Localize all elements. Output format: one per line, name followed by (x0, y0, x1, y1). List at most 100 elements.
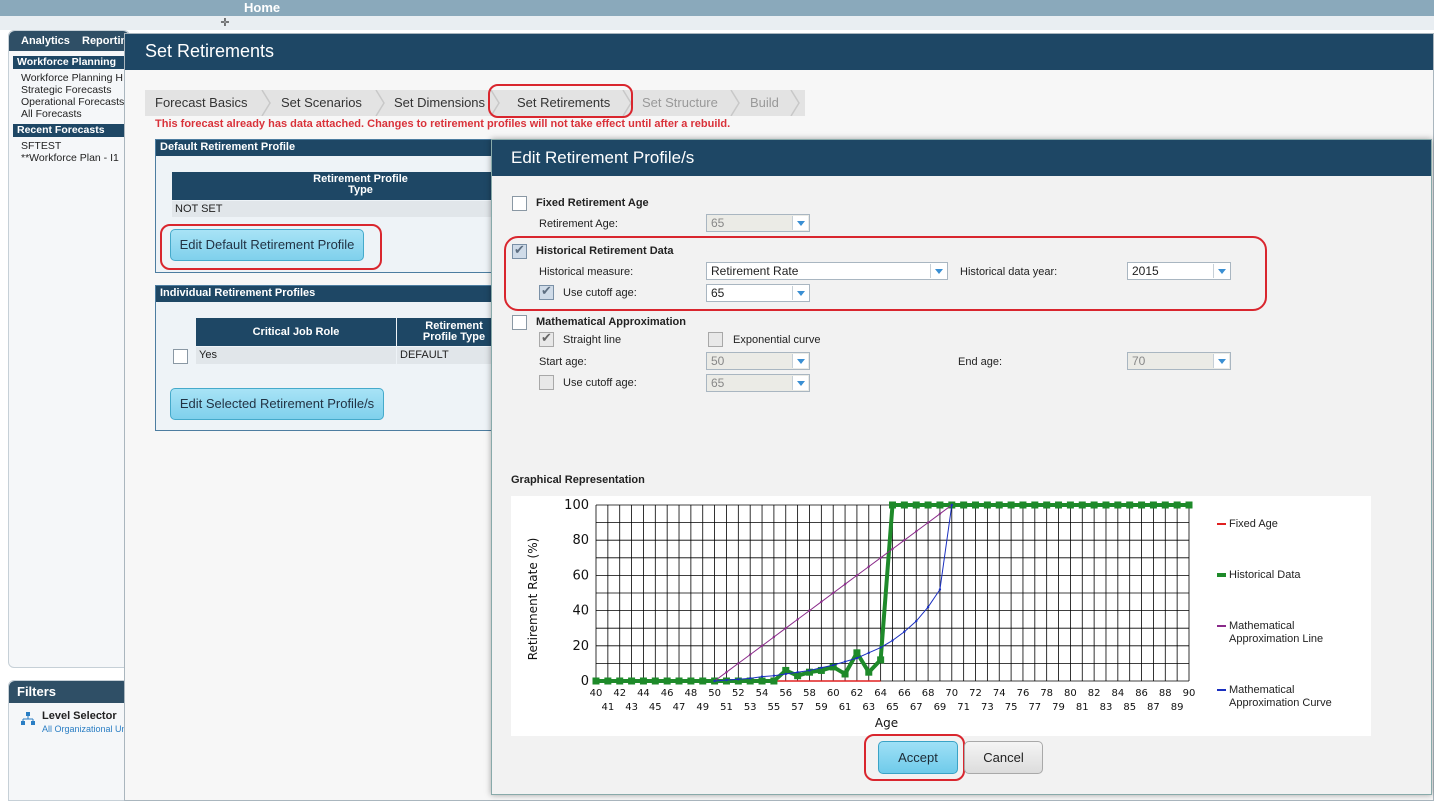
crumb-build[interactable]: Build (750, 95, 779, 110)
x-tick-label: 51 (720, 702, 733, 713)
crumb-forecast-basics[interactable]: Forecast Basics (155, 95, 247, 110)
profile-type-cell: NOT SET (172, 201, 499, 217)
checkmark-icon: ✔ (541, 283, 552, 298)
x-tick-label: 65 (886, 702, 899, 713)
legend-swatch (1217, 625, 1226, 627)
data-point (748, 677, 752, 680)
accept-button[interactable]: Accept (878, 741, 958, 774)
data-point (772, 674, 776, 677)
data-point (1043, 501, 1051, 509)
filters-title: Filters (9, 681, 129, 703)
data-point (832, 591, 835, 595)
data-point (924, 501, 932, 509)
tab-analytics[interactable]: Analytics (21, 35, 70, 47)
data-point (1078, 501, 1086, 509)
data-point (772, 635, 776, 639)
checkmark-icon: ✔ (541, 330, 552, 345)
math-cutoff-label: Use cutoff age: (563, 377, 637, 389)
recent-item[interactable]: SFTEST (21, 140, 129, 152)
edit-default-profile-button[interactable]: Edit Default Retirement Profile (170, 229, 364, 261)
row-checkbox[interactable] (173, 349, 188, 364)
edit-selected-profiles-button[interactable]: Edit Selected Retirement Profile/s (170, 388, 384, 420)
math-approx-label: Mathematical Approximation (536, 316, 686, 328)
data-point (1173, 501, 1181, 509)
data-point (926, 605, 930, 609)
x-tick-label: 71 (957, 702, 970, 713)
pin-icon[interactable]: ✛ (218, 16, 232, 30)
data-point (1090, 501, 1098, 509)
historical-measure-select[interactable]: Retirement Rate (706, 262, 948, 280)
recent-item[interactable]: **Workforce Plan - I1 (21, 152, 129, 164)
data-point (841, 670, 849, 678)
x-tick-label: 46 (661, 688, 674, 699)
top-nav-bar: Home (0, 0, 1434, 16)
legend-math-line: Mathematical Approximation Line (1217, 620, 1357, 646)
retirement-age-select[interactable]: 65 (706, 214, 810, 232)
historical-year-label: Historical data year: (960, 266, 1058, 278)
x-tick-label: 40 (590, 688, 603, 699)
home-tab[interactable]: Home (244, 0, 280, 15)
crumb-set-scenarios[interactable]: Set Scenarios (281, 95, 362, 110)
exponential-curve-checkbox[interactable] (708, 332, 723, 347)
x-tick-label: 50 (708, 688, 721, 699)
x-tick-label: 81 (1076, 702, 1089, 713)
legend-swatch (1217, 689, 1226, 691)
table-cell-type: DEFAULT (397, 347, 499, 364)
x-tick-label: 82 (1088, 688, 1101, 699)
math-cutoff-select[interactable]: 65 (706, 374, 810, 392)
historical-cutoff-select[interactable]: 65 (706, 284, 810, 302)
x-tick-label: 54 (756, 688, 769, 699)
data-point (1126, 501, 1134, 509)
level-selector-label[interactable]: Level Selector (42, 710, 117, 722)
checkmark-icon: ✔ (514, 242, 525, 257)
chart-area: 0 20 40 60 80 100 40 41 42 43 44 45 46 47 48 49 50 51 52 53… (511, 496, 1371, 736)
data-point (758, 677, 766, 685)
x-tick-label: 60 (827, 688, 840, 699)
x-tick-label: 74 (993, 688, 1006, 699)
legend-fixed-age: Fixed Age (1217, 518, 1278, 531)
level-selector-value[interactable]: All Organizational Un (42, 724, 130, 734)
data-point (915, 530, 918, 533)
data-point (713, 679, 716, 683)
x-tick-label: 42 (613, 688, 626, 699)
default-profile-panel: Default Retirement Profile Retirement Pr… (155, 139, 500, 273)
dialog-title: Edit Retirement Profile/s (492, 140, 1431, 176)
straight-line-checkbox[interactable]: ✔ (539, 330, 554, 347)
data-point (616, 677, 624, 685)
data-point (737, 662, 740, 665)
crumb-set-retirements[interactable]: Set Retirements (517, 95, 610, 110)
x-tick-label: 75 (1005, 702, 1018, 713)
crumb-set-dimensions[interactable]: Set Dimensions (394, 95, 485, 110)
historical-cutoff-checkbox[interactable]: ✔ (539, 283, 554, 300)
data-point (1185, 501, 1193, 509)
data-point (1149, 501, 1157, 509)
x-tick-label: 49 (696, 702, 709, 713)
crumb-set-structure[interactable]: Set Structure (642, 95, 718, 110)
historical-year-select[interactable]: 2015 (1127, 262, 1231, 280)
chevron-down-icon (792, 216, 808, 230)
fixed-age-checkbox[interactable] (512, 196, 527, 211)
data-point (1019, 501, 1027, 509)
historical-data-label: Historical Retirement Data (536, 245, 674, 257)
individual-profiles-panel: Individual Retirement Profiles Critical … (155, 285, 500, 431)
cancel-button[interactable]: Cancel (964, 741, 1043, 774)
end-age-select[interactable]: 70 (1127, 352, 1231, 370)
start-age-select[interactable]: 50 (706, 352, 810, 370)
data-point (926, 521, 930, 524)
nav-item[interactable]: Strategic Forecasts (21, 84, 129, 96)
y-tick-label: 40 (572, 604, 589, 619)
y-tick-label: 60 (572, 568, 589, 583)
data-point (889, 501, 896, 509)
data-point (1161, 501, 1169, 509)
data-point (796, 618, 799, 621)
historical-data-checkbox[interactable]: ✔ (512, 242, 527, 259)
math-cutoff-checkbox[interactable] (539, 375, 554, 390)
nav-item[interactable]: Operational Forecasts (21, 96, 129, 108)
data-point (770, 677, 778, 685)
nav-item[interactable]: All Forecasts (21, 108, 129, 120)
x-tick-label: 89 (1171, 702, 1184, 713)
math-approx-checkbox[interactable] (512, 315, 527, 330)
breadcrumb: Forecast Basics Set Scenarios Set Dimens… (145, 90, 805, 116)
nav-item[interactable]: Workforce Planning H (21, 72, 129, 84)
x-tick-label: 59 (815, 702, 828, 713)
